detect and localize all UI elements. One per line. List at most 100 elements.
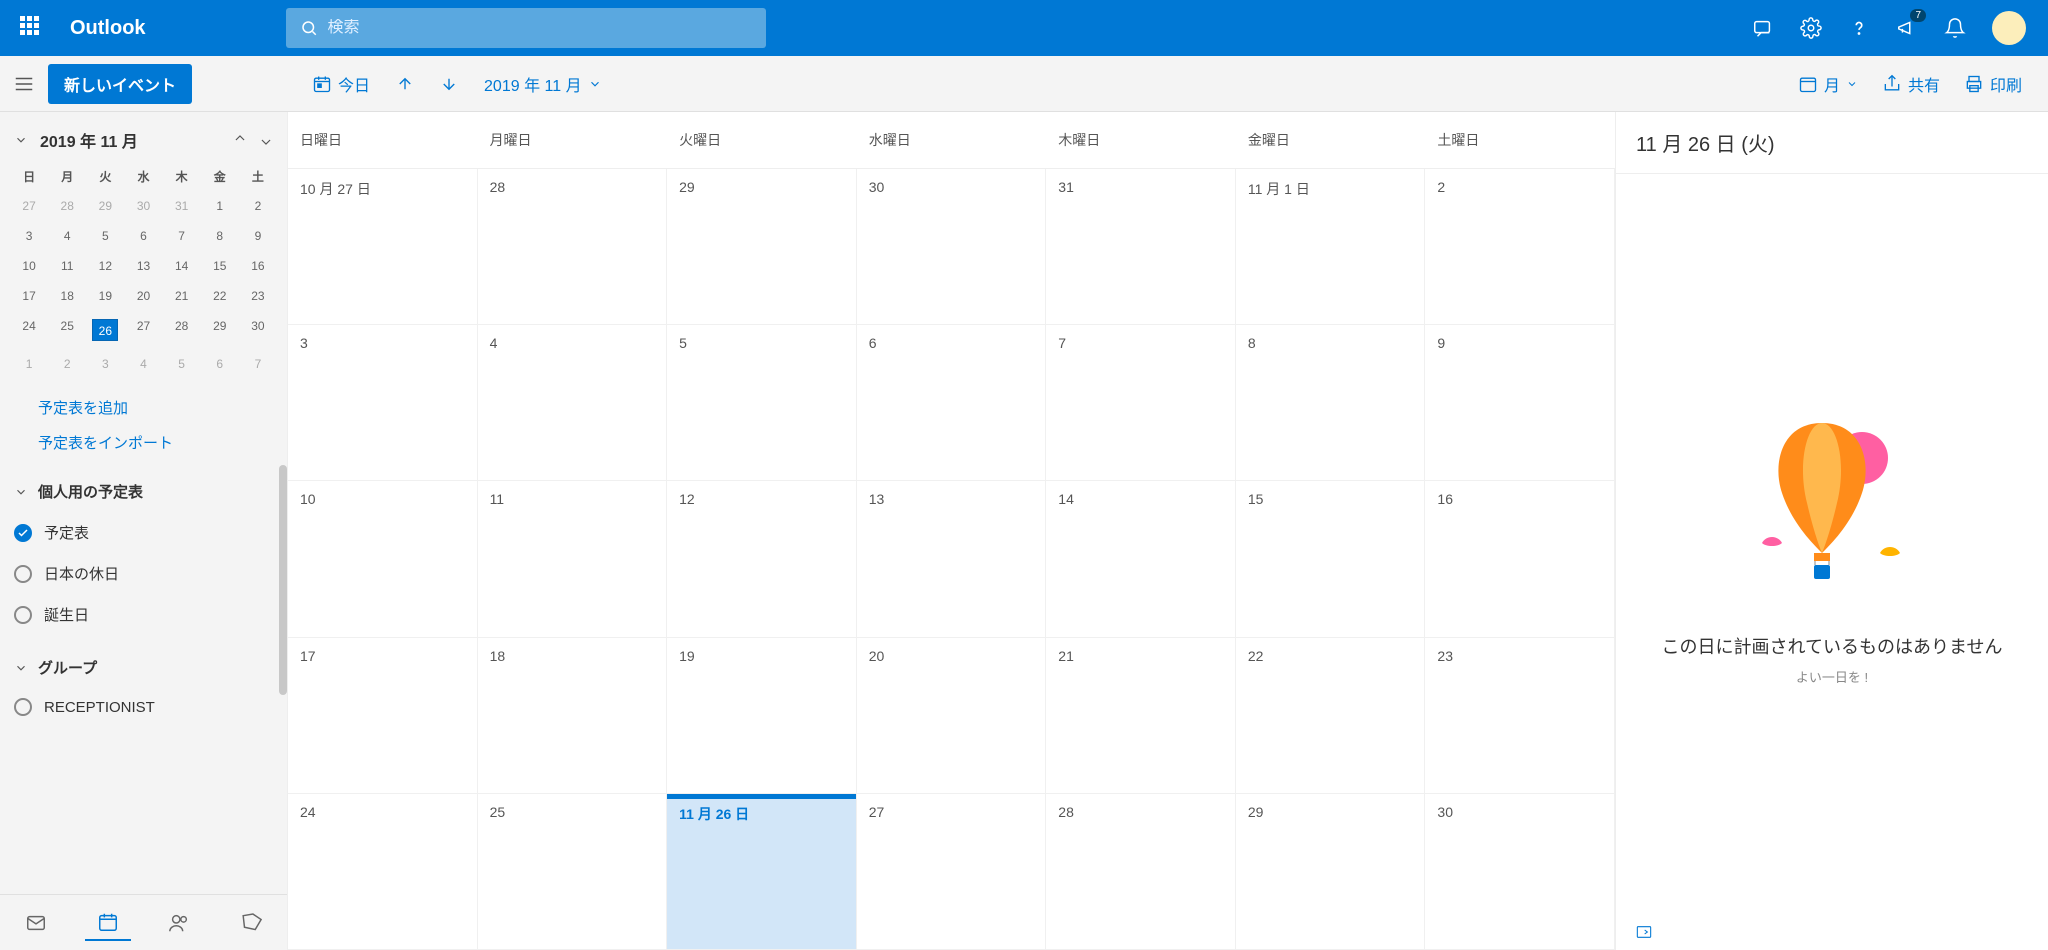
minical-day[interactable]: 18 <box>48 281 86 311</box>
minical-day[interactable]: 12 <box>86 251 124 281</box>
calendar-cell[interactable]: 8 <box>1236 325 1426 481</box>
calendar-cell[interactable]: 27 <box>857 794 1047 950</box>
minical-day[interactable]: 13 <box>124 251 162 281</box>
import-calendar-link[interactable]: 予定表をインポート <box>0 432 287 453</box>
minical-day[interactable]: 27 <box>124 311 162 349</box>
calendar-cell[interactable]: 16 <box>1425 481 1615 637</box>
minical-day[interactable]: 2 <box>48 349 86 379</box>
agenda-collapse-icon[interactable] <box>1616 914 2048 950</box>
calendar-cell[interactable]: 31 <box>1046 169 1236 325</box>
minical-day[interactable]: 29 <box>201 311 239 349</box>
calendar-cell[interactable]: 11 月 26 日 <box>667 794 857 950</box>
minical-day[interactable]: 19 <box>86 281 124 311</box>
minical-day[interactable]: 15 <box>201 251 239 281</box>
next-period-button[interactable] <box>440 75 458 93</box>
minical-day[interactable]: 7 <box>239 349 277 379</box>
minical-day[interactable]: 17 <box>10 281 48 311</box>
calendar-cell[interactable]: 19 <box>667 638 857 794</box>
conversation-icon[interactable] <box>1752 17 1774 39</box>
minical-day[interactable]: 3 <box>10 221 48 251</box>
minical-expand-icon[interactable] <box>14 133 28 147</box>
calendar-cell[interactable]: 20 <box>857 638 1047 794</box>
calendar-cell[interactable]: 22 <box>1236 638 1426 794</box>
calendar-cell[interactable]: 11 <box>478 481 668 637</box>
calendar-cell[interactable]: 3 <box>288 325 478 481</box>
calendar-cell[interactable]: 4 <box>478 325 668 481</box>
minical-day[interactable]: 21 <box>163 281 201 311</box>
today-button[interactable]: 今日 <box>312 72 370 96</box>
bell-icon[interactable] <box>1944 17 1966 39</box>
calendar-list-item[interactable]: RECEPTIONIST <box>0 688 287 726</box>
sidebar-scrollbar[interactable] <box>279 465 287 695</box>
minical-day[interactable]: 25 <box>48 311 86 349</box>
user-avatar[interactable] <box>1992 11 2026 45</box>
minical-day[interactable]: 11 <box>48 251 86 281</box>
minical-day[interactable]: 28 <box>163 311 201 349</box>
calendar-cell[interactable]: 30 <box>857 169 1047 325</box>
search-box[interactable] <box>286 8 766 48</box>
share-button[interactable]: 共有 <box>1882 72 1940 96</box>
settings-icon[interactable] <box>1800 17 1822 39</box>
calendar-cell[interactable]: 14 <box>1046 481 1236 637</box>
minical-day[interactable]: 6 <box>124 221 162 251</box>
minical-day[interactable]: 7 <box>163 221 201 251</box>
minical-day[interactable]: 29 <box>86 191 124 221</box>
minical-day[interactable]: 6 <box>201 349 239 379</box>
calendar-cell[interactable]: 15 <box>1236 481 1426 637</box>
minical-day[interactable]: 22 <box>201 281 239 311</box>
calendar-cell[interactable]: 9 <box>1425 325 1615 481</box>
minical-day[interactable]: 30 <box>124 191 162 221</box>
minical-next-button[interactable] <box>259 133 273 147</box>
tasks-module-icon[interactable] <box>228 906 274 940</box>
calendar-cell[interactable]: 13 <box>857 481 1047 637</box>
minical-day[interactable]: 24 <box>10 311 48 349</box>
search-input[interactable] <box>328 19 752 37</box>
minical-day[interactable]: 1 <box>10 349 48 379</box>
minical-day[interactable]: 9 <box>239 221 277 251</box>
minical-day[interactable]: 26 <box>86 311 124 349</box>
section-groups[interactable]: グループ <box>0 647 287 688</box>
megaphone-icon[interactable]: 7 <box>1896 17 1918 39</box>
calendar-list-item[interactable]: 誕生日 <box>0 594 287 635</box>
calendar-cell[interactable]: 30 <box>1425 794 1615 950</box>
minical-day[interactable]: 1 <box>201 191 239 221</box>
calendar-cell[interactable]: 29 <box>1236 794 1426 950</box>
minical-day[interactable]: 27 <box>10 191 48 221</box>
minical-day[interactable]: 30 <box>239 311 277 349</box>
view-switch-button[interactable]: 月 <box>1798 72 1858 96</box>
calendar-list-item[interactable]: 予定表 <box>0 512 287 553</box>
minical-day[interactable]: 14 <box>163 251 201 281</box>
help-icon[interactable] <box>1848 17 1870 39</box>
calendar-checkbox[interactable] <box>14 606 32 624</box>
calendar-cell[interactable]: 18 <box>478 638 668 794</box>
section-personal-calendars[interactable]: 個人用の予定表 <box>0 471 287 512</box>
print-button[interactable]: 印刷 <box>1964 72 2022 96</box>
calendar-cell[interactable]: 17 <box>288 638 478 794</box>
calendar-cell[interactable]: 29 <box>667 169 857 325</box>
app-launcher-icon[interactable] <box>20 16 44 40</box>
prev-period-button[interactable] <box>396 75 414 93</box>
minical-day[interactable]: 4 <box>124 349 162 379</box>
calendar-cell[interactable]: 5 <box>667 325 857 481</box>
calendar-cell[interactable]: 12 <box>667 481 857 637</box>
minical-day[interactable]: 2 <box>239 191 277 221</box>
minical-day[interactable]: 8 <box>201 221 239 251</box>
add-calendar-link[interactable]: 予定表を追加 <box>0 397 287 418</box>
minical-day[interactable]: 10 <box>10 251 48 281</box>
hamburger-icon[interactable] <box>10 70 38 98</box>
calendar-cell[interactable]: 25 <box>478 794 668 950</box>
minical-day[interactable]: 23 <box>239 281 277 311</box>
calendar-list-item[interactable]: 日本の休日 <box>0 553 287 594</box>
mail-module-icon[interactable] <box>13 906 59 940</box>
minical-day[interactable]: 28 <box>48 191 86 221</box>
minical-day[interactable]: 31 <box>163 191 201 221</box>
calendar-cell[interactable]: 6 <box>857 325 1047 481</box>
calendar-cell[interactable]: 28 <box>478 169 668 325</box>
minical-day[interactable]: 16 <box>239 251 277 281</box>
calendar-cell[interactable]: 28 <box>1046 794 1236 950</box>
calendar-cell[interactable]: 10 月 27 日 <box>288 169 478 325</box>
minical-prev-button[interactable] <box>233 133 247 147</box>
calendar-cell[interactable]: 11 月 1 日 <box>1236 169 1426 325</box>
calendar-cell[interactable]: 23 <box>1425 638 1615 794</box>
calendar-cell[interactable]: 24 <box>288 794 478 950</box>
